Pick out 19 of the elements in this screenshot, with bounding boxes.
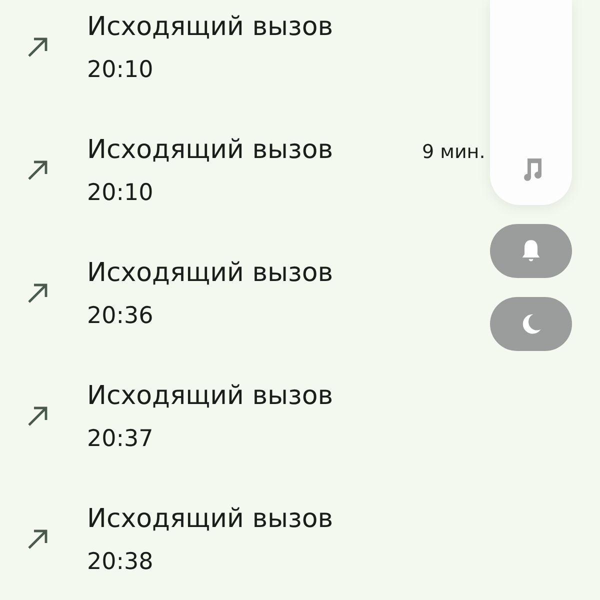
call-type-label: Исходящий вызов bbox=[87, 257, 334, 290]
outgoing-arrow-icon bbox=[26, 281, 50, 305]
call-time: 20:36 bbox=[87, 302, 154, 331]
call-time: 20:38 bbox=[87, 548, 154, 577]
call-time: 20:10 bbox=[87, 179, 154, 208]
outgoing-arrow-icon bbox=[26, 158, 50, 182]
outgoing-arrow-icon bbox=[26, 527, 50, 551]
call-type-label: Исходящий вызов bbox=[87, 380, 334, 413]
call-time: 20:10 bbox=[87, 56, 154, 85]
outgoing-arrow-icon bbox=[26, 404, 50, 428]
call-type-label: Исходящий вызов bbox=[87, 11, 334, 44]
sound-mode-button[interactable] bbox=[490, 224, 572, 278]
call-type-label: Исходящий вызов bbox=[87, 503, 334, 536]
volume-slider[interactable] bbox=[490, 0, 572, 205]
call-time: 20:37 bbox=[87, 425, 154, 454]
call-type-label: Исходящий вызов bbox=[87, 134, 334, 167]
call-duration: 9 мин. bbox=[422, 140, 486, 164]
outgoing-arrow-icon bbox=[26, 35, 50, 59]
sound-mode-button[interactable] bbox=[490, 297, 572, 351]
